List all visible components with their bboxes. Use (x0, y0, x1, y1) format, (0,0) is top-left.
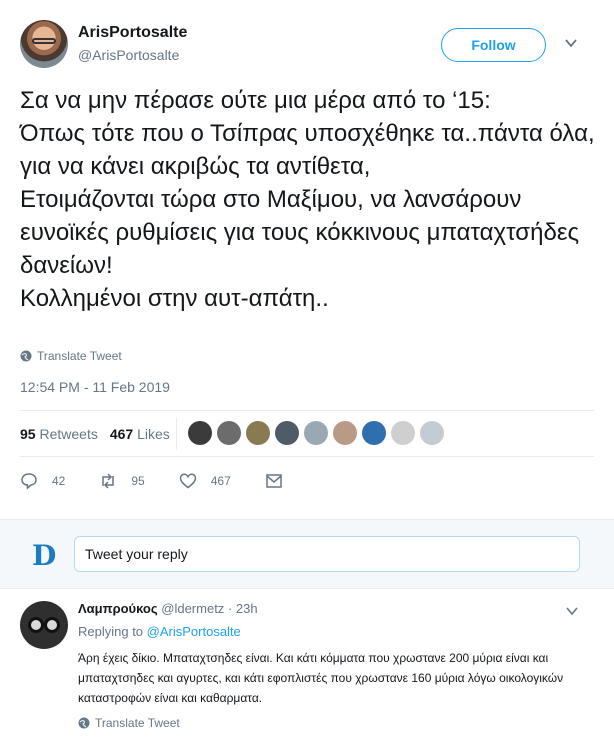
liker-avatar[interactable] (304, 421, 328, 445)
reply-time[interactable]: 23h (236, 601, 258, 616)
divider (176, 418, 177, 450)
envelope-icon (266, 474, 282, 488)
translate-label: Translate Tweet (95, 716, 180, 730)
tweet-stats: 95 Retweets 467 Likes (20, 418, 177, 450)
author-handle[interactable]: @ArisPortosalte (78, 47, 179, 63)
likes-stat[interactable]: 467 Likes (110, 426, 170, 442)
retweets-label: Retweets (39, 426, 98, 442)
globe-icon (20, 350, 32, 362)
liker-avatar[interactable] (362, 421, 386, 445)
reply-author-avatar[interactable] (20, 601, 68, 649)
heart-icon (179, 473, 196, 489)
tweet-timestamp[interactable]: 12:54 PM - 11 Feb 2019 (20, 379, 170, 395)
reply-composer: D Tweet your reply (0, 519, 614, 589)
liker-avatar[interactable] (391, 421, 415, 445)
replying-prefix: Replying to (78, 624, 144, 639)
reply-author-handle[interactable]: @ldermetz (161, 601, 224, 616)
globe-icon (78, 717, 90, 729)
retweet-action[interactable]: 95 (99, 472, 145, 490)
tweet-text: Σα να μην πέρασε ούτε μια μέρα από το ‘1… (20, 87, 595, 312)
liker-avatar[interactable] (333, 421, 357, 445)
divider (20, 456, 594, 457)
liker-avatar[interactable] (275, 421, 299, 445)
message-action[interactable] (265, 472, 283, 490)
retweet-icon (102, 473, 115, 489)
likers-avatars (188, 421, 444, 445)
liker-avatar[interactable] (420, 421, 444, 445)
translate-label: Translate Tweet (37, 349, 122, 363)
follow-button[interactable]: Follow (441, 28, 546, 62)
liker-avatar[interactable] (217, 421, 241, 445)
reply-text: Άρη έχεις δίκιο. Μπαταχτσηδες είναι. Και… (78, 651, 564, 705)
replying-to: Replying to @ArisPortosalte (78, 624, 241, 639)
translate-tweet-link[interactable]: Translate Tweet (20, 349, 122, 363)
translate-tweet-link[interactable]: Translate Tweet (78, 716, 180, 730)
retweets-stat[interactable]: 95 Retweets (20, 426, 98, 442)
reply-action[interactable]: 42 (20, 472, 65, 490)
chevron-down-icon[interactable] (564, 36, 578, 50)
author-name[interactable]: ArisPortosalte (78, 24, 187, 42)
liker-avatar[interactable] (188, 421, 212, 445)
chevron-down-icon[interactable] (566, 605, 578, 617)
reply-icon (21, 473, 37, 490)
liker-avatar[interactable] (246, 421, 270, 445)
likes-count: 467 (109, 426, 134, 442)
reply-count: 42 (52, 474, 66, 488)
likes-label: Likes (137, 426, 170, 442)
reply-input[interactable]: Tweet your reply (74, 536, 580, 572)
separator: · (227, 601, 233, 616)
replying-to-link[interactable]: @ArisPortosalte (147, 624, 241, 639)
reply-author-name[interactable]: Λαμπρούκος (78, 601, 158, 616)
divider (20, 410, 594, 411)
user-logo[interactable]: D (32, 539, 56, 572)
reply-header: Λαμπρούκος @ldermetz · 23h (78, 601, 258, 616)
author-avatar[interactable] (20, 20, 68, 68)
retweets-count: 95 (20, 426, 36, 442)
like-count: 467 (210, 474, 231, 488)
tweet-actions: 42 95 467 (20, 472, 317, 490)
like-action[interactable]: 467 (179, 472, 231, 490)
retweet-count: 95 (131, 474, 145, 488)
